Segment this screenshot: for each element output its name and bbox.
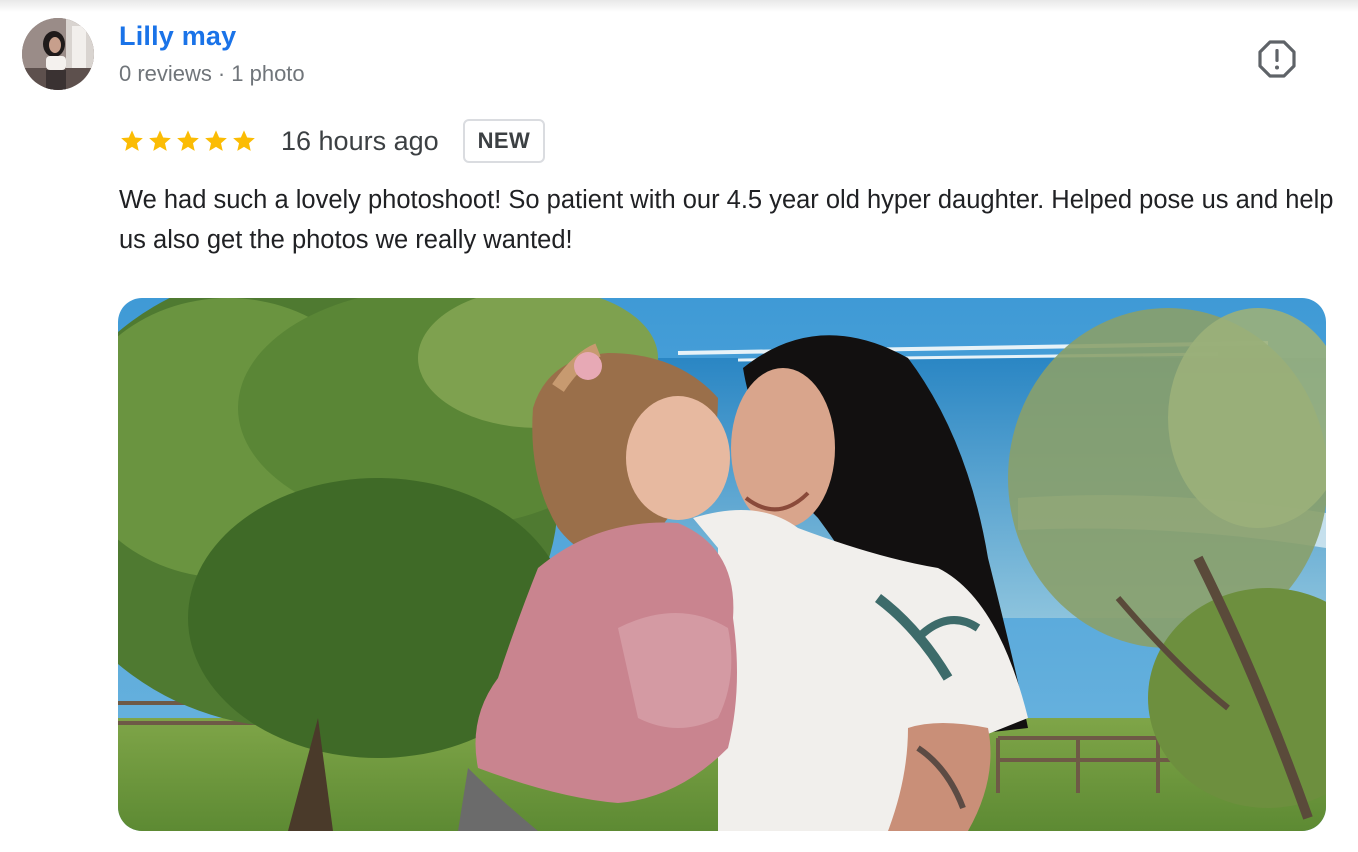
star-rating (119, 128, 257, 154)
review-photo[interactable] (118, 298, 1326, 831)
meta-separator: · (217, 61, 226, 86)
reviewer-avatar[interactable] (22, 18, 94, 90)
rating-row: 16 hours ago NEW (119, 117, 546, 165)
star-icon (121, 130, 143, 151)
star-icon (177, 130, 199, 151)
photos-count: 1 photo (231, 61, 305, 86)
reviewer-name-link[interactable]: Lilly may (119, 21, 236, 52)
star-icon (149, 130, 171, 151)
new-badge: NEW (462, 119, 546, 163)
review-text: We had such a lovely photoshoot! So pati… (119, 186, 1334, 254)
reviewer-meta: 0 reviews · 1 photo (119, 61, 305, 87)
reviews-count: 0 reviews (119, 61, 212, 86)
report-flag-icon (1258, 40, 1296, 78)
star-icon (205, 130, 227, 151)
review-time: 16 hours ago (281, 125, 439, 156)
star-icon (233, 130, 255, 151)
top-shadow (0, 0, 1358, 12)
review-card: Lilly may 0 reviews · 1 photo 16 hours ago… (0, 0, 1358, 852)
report-review-button[interactable] (1254, 36, 1300, 82)
